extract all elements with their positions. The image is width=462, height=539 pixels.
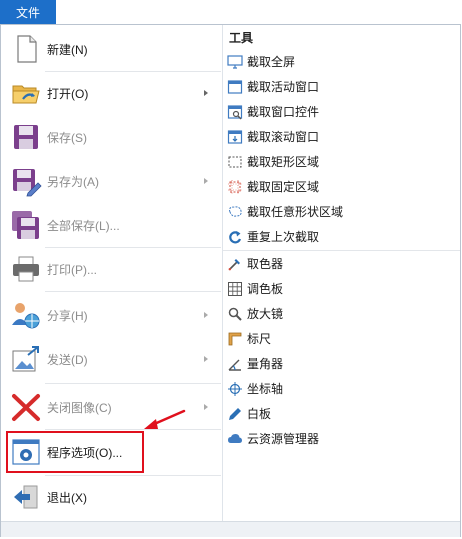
tool-protractor[interactable]: 量角器 [223,351,460,376]
dashed-rectangle-icon [228,156,242,167]
tool-capture-fixed-region[interactable]: 截取固定区域 [223,174,460,199]
tool-capture-scrolling-window[interactable]: 截取滚动窗口 [223,124,460,149]
save-as-label: 另存为(A) [47,174,99,189]
magnifier-icon [228,307,242,321]
tool-axis[interactable]: 坐标轴 [223,376,460,401]
file-menu: 新建(N) 打开(O) 保存(S) 另存为(A) 全部保存(L)... 打印(P… [0,24,461,537]
share-users-icon [12,303,40,329]
exit-arrow-icon [14,485,38,509]
file-menu-commands: 新建(N) 打开(O) 保存(S) 另存为(A) 全部保存(L)... 打印(P… [1,25,223,521]
send-item[interactable]: 发送(D) [1,341,222,377]
new-document-icon [17,35,37,63]
tools-panel: 工具 截取全屏 截取活动窗口 截取窗口控件 截取滚动窗口 截取矩形区域 截取固定… [223,25,460,521]
file-tab[interactable]: 文件 [0,0,56,24]
annotation-arrow-icon [144,409,186,429]
tool-label: 截取全屏 [247,55,296,69]
submenu-arrow-icon [204,178,208,184]
save-disk-icon [14,125,38,149]
tool-label: 重复上次截取 [247,230,320,244]
submenu-arrow-icon [204,90,208,96]
tool-label: 云资源管理器 [247,432,320,446]
save-item[interactable]: 保存(S) [1,119,222,155]
close-x-icon [12,394,40,421]
tool-ruler[interactable]: 标尺 [223,326,460,351]
freeform-shape-icon [229,205,242,217]
ruler-icon [228,332,242,345]
share-item[interactable]: 分享(H) [1,297,222,333]
exit-item[interactable]: 退出(X) [1,479,222,515]
separator [45,429,221,430]
tool-palette[interactable]: 调色板 [223,276,460,301]
tool-label: 取色器 [247,257,284,271]
separator [45,247,221,248]
tool-label: 截取固定区域 [247,180,320,194]
tool-label: 截取矩形区域 [247,155,320,169]
close-image-label: 关闭图像(C) [47,400,112,415]
open-item[interactable]: 打开(O) [1,75,222,111]
print-label: 打印(P)... [47,262,97,277]
tools-header: 工具 [229,31,254,45]
tool-label: 标尺 [247,332,272,346]
print-item[interactable]: 打印(P)... [1,251,222,287]
separator [45,383,221,384]
save-all-label: 全部保存(L)... [47,218,120,233]
protractor-icon [228,359,241,371]
tool-label: 量角器 [247,357,284,371]
highlight-box [6,431,144,473]
tool-label: 截取任意形状区域 [247,205,344,219]
tool-capture-active-window[interactable]: 截取活动窗口 [223,74,460,99]
tool-whiteboard[interactable]: 白板 [223,401,460,426]
eyedropper-icon [228,258,240,270]
open-label: 打开(O) [47,86,89,101]
tool-cloud-explorer[interactable]: 云资源管理器 [223,426,460,451]
tool-label: 放大镜 [247,307,284,321]
tool-label: 白板 [247,407,272,421]
tool-label: 坐标轴 [247,382,284,396]
menu-bar: 文件 [0,0,462,24]
tool-color-picker[interactable]: 取色器 [223,251,460,276]
tool-capture-rectangle[interactable]: 截取矩形区域 [223,149,460,174]
tool-magnifier[interactable]: 放大镜 [223,301,460,326]
tool-label: 截取窗口控件 [247,105,320,119]
repeat-icon [229,230,242,243]
tool-capture-full-screen[interactable]: 截取全屏 [223,49,460,74]
cloud-icon [228,433,242,443]
tool-label: 调色板 [247,282,284,296]
window-control-icon [227,104,243,119]
save-all-icon [12,211,39,239]
tool-label: 截取滚动窗口 [247,130,320,144]
send-image-icon [12,346,39,372]
exit-label: 退出(X) [47,490,87,505]
printer-icon [13,256,39,282]
menu-footer-bar [1,521,460,537]
save-as-item[interactable]: 另存为(A) [1,163,222,199]
scroll-window-icon [227,129,243,144]
window-icon [227,79,243,94]
open-folder-icon [12,85,40,104]
pen-icon [229,407,241,420]
save-label: 保存(S) [47,130,87,145]
submenu-arrow-icon [204,312,208,318]
palette-grid-icon [228,281,242,296]
tool-label: 截取活动窗口 [247,80,320,94]
tool-capture-freeform[interactable]: 截取任意形状区域 [223,199,460,224]
tool-capture-window-control[interactable]: 截取窗口控件 [223,99,460,124]
separator [45,475,221,476]
fixed-region-icon [228,179,242,194]
new-label: 新建(N) [47,42,88,57]
separator [45,291,221,292]
share-label: 分享(H) [47,308,88,323]
tool-repeat-last-capture[interactable]: 重复上次截取 [223,224,460,249]
separator [45,71,221,72]
save-as-icon [13,169,42,197]
monitor-icon [227,54,243,69]
submenu-arrow-icon [204,404,208,410]
save-all-item[interactable]: 全部保存(L)... [1,207,222,243]
submenu-arrow-icon [204,356,208,362]
crosshair-icon [228,381,242,396]
send-label: 发送(D) [47,352,88,367]
new-item[interactable]: 新建(N) [1,31,222,67]
